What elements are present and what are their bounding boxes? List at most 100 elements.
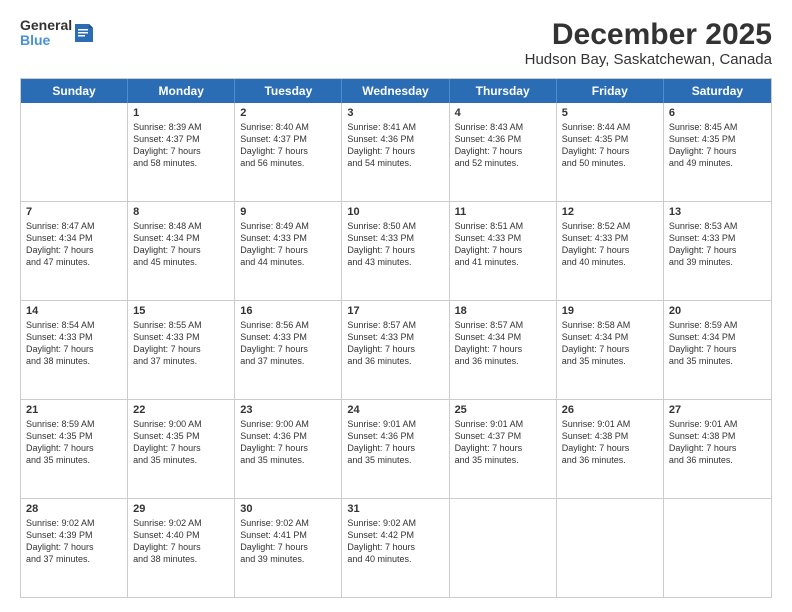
calendar-cell: 11 Sunrise: 8:51 AM Sunset: 4:33 PM Dayli… [450,202,557,300]
day-number: 28 [26,503,122,515]
calendar-cell: 6Sunrise: 8:45 AM Sunset: 4:35 PM Daylig… [664,103,771,201]
cell-info: Sunrise: 8:56 AM Sunset: 4:33 PM Dayligh… [240,319,336,368]
calendar: SundayMondayTuesdayWednesdayThursdayFrid… [20,78,772,598]
cell-info: Sunrise: 8:44 AM Sunset: 4:35 PM Dayligh… [562,121,658,170]
calendar-body: 1Sunrise: 8:39 AM Sunset: 4:37 PM Daylig… [21,103,771,597]
cell-info: Sunrise: 8:55 AM Sunset: 4:33 PM Dayligh… [133,319,229,368]
cell-info: Sunrise: 9:02 AM Sunset: 4:41 PM Dayligh… [240,517,336,566]
calendar-cell: 26 Sunrise: 9:01 AM Sunset: 4:38 PM Dayli… [557,400,664,498]
header-day-friday: Friday [557,79,664,103]
logo: General Blue [20,18,93,49]
calendar-cell: 7 Sunrise: 8:47 AM Sunset: 4:34 PM Daylig… [21,202,128,300]
cell-info: Sunrise: 9:01 AM Sunset: 4:37 PM Dayligh… [455,418,551,467]
cell-info: Sunrise: 8:47 AM Sunset: 4:34 PM Dayligh… [26,220,122,269]
logo-line2: Blue [20,33,72,48]
calendar-cell: 22Sunrise: 9:00 AM Sunset: 4:35 PM Dayli… [128,400,235,498]
cell-info: Sunrise: 9:01 AM Sunset: 4:38 PM Dayligh… [669,418,766,467]
calendar-cell: 17Sunrise: 8:57 AM Sunset: 4:33 PM Dayli… [342,301,449,399]
calendar-cell: 28 Sunrise: 9:02 AM Sunset: 4:39 PM Dayli… [21,499,128,597]
header: General Blue December 2025 Hudson Bay, S… [20,18,772,68]
day-number: 2 [240,107,336,119]
calendar-cell [557,499,664,597]
header-day-thursday: Thursday [450,79,557,103]
cell-info: Sunrise: 8:53 AM Sunset: 4:33 PM Dayligh… [669,220,766,269]
calendar-cell: 10 Sunrise: 8:50 AM Sunset: 4:33 PM Dayli… [342,202,449,300]
day-number: 20 [669,305,766,317]
day-number: 22 [133,404,229,416]
day-number: 24 [347,404,443,416]
cell-info: Sunrise: 8:52 AM Sunset: 4:33 PM Dayligh… [562,220,658,269]
cell-info: Sunrise: 8:51 AM Sunset: 4:33 PM Dayligh… [455,220,551,269]
cell-info: Sunrise: 8:54 AM Sunset: 4:33 PM Dayligh… [26,319,122,368]
day-number: 29 [133,503,229,515]
cell-info: Sunrise: 9:01 AM Sunset: 4:38 PM Dayligh… [562,418,658,467]
calendar-cell [21,103,128,201]
calendar-cell: 29 Sunrise: 9:02 AM Sunset: 4:40 PM Dayli… [128,499,235,597]
calendar-cell: 24Sunrise: 9:01 AM Sunset: 4:36 PM Dayli… [342,400,449,498]
day-number: 4 [455,107,551,119]
calendar-cell: 16 Sunrise: 8:56 AM Sunset: 4:33 PM Dayli… [235,301,342,399]
calendar-header: SundayMondayTuesdayWednesdayThursdayFrid… [21,79,771,103]
calendar-cell: 25 Sunrise: 9:01 AM Sunset: 4:37 PM Dayli… [450,400,557,498]
header-day-sunday: Sunday [21,79,128,103]
cell-info: Sunrise: 8:57 AM Sunset: 4:33 PM Dayligh… [347,319,443,368]
calendar-row-2: 14 Sunrise: 8:54 AM Sunset: 4:33 PM Dayli… [21,301,771,400]
cell-info: Sunrise: 8:45 AM Sunset: 4:35 PM Dayligh… [669,121,766,170]
cell-info: Sunrise: 8:57 AM Sunset: 4:34 PM Dayligh… [455,319,551,368]
calendar-cell [450,499,557,597]
calendar-cell: 3 Sunrise: 8:41 AM Sunset: 4:36 PM Daylig… [342,103,449,201]
cell-info: Sunrise: 8:40 AM Sunset: 4:37 PM Dayligh… [240,121,336,170]
day-number: 14 [26,305,122,317]
day-number: 7 [26,206,122,218]
day-number: 18 [455,305,551,317]
calendar-cell: 30 Sunrise: 9:02 AM Sunset: 4:41 PM Dayli… [235,499,342,597]
header-day-tuesday: Tuesday [235,79,342,103]
day-number: 12 [562,206,658,218]
day-number: 13 [669,206,766,218]
cell-info: Sunrise: 9:02 AM Sunset: 4:42 PM Dayligh… [347,517,443,566]
cell-info: Sunrise: 8:50 AM Sunset: 4:33 PM Dayligh… [347,220,443,269]
calendar-cell: 20 Sunrise: 8:59 AM Sunset: 4:34 PM Dayli… [664,301,771,399]
day-number: 10 [347,206,443,218]
cell-info: Sunrise: 9:02 AM Sunset: 4:39 PM Dayligh… [26,517,122,566]
day-number: 26 [562,404,658,416]
calendar-cell: 1Sunrise: 8:39 AM Sunset: 4:37 PM Daylig… [128,103,235,201]
cell-info: Sunrise: 8:48 AM Sunset: 4:34 PM Dayligh… [133,220,229,269]
day-number: 3 [347,107,443,119]
calendar-cell: 18 Sunrise: 8:57 AM Sunset: 4:34 PM Dayli… [450,301,557,399]
day-number: 27 [669,404,766,416]
cell-info: Sunrise: 8:41 AM Sunset: 4:36 PM Dayligh… [347,121,443,170]
day-number: 8 [133,206,229,218]
header-day-monday: Monday [128,79,235,103]
day-number: 21 [26,404,122,416]
day-number: 16 [240,305,336,317]
cell-info: Sunrise: 8:59 AM Sunset: 4:35 PM Dayligh… [26,418,122,467]
calendar-cell: 4 Sunrise: 8:43 AM Sunset: 4:36 PM Daylig… [450,103,557,201]
calendar-row-4: 28 Sunrise: 9:02 AM Sunset: 4:39 PM Dayli… [21,499,771,597]
day-number: 30 [240,503,336,515]
day-number: 25 [455,404,551,416]
calendar-cell: 15 Sunrise: 8:55 AM Sunset: 4:33 PM Dayli… [128,301,235,399]
cell-info: Sunrise: 9:02 AM Sunset: 4:40 PM Dayligh… [133,517,229,566]
day-number: 9 [240,206,336,218]
calendar-row-3: 21 Sunrise: 8:59 AM Sunset: 4:35 PM Dayli… [21,400,771,499]
calendar-cell: 27 Sunrise: 9:01 AM Sunset: 4:38 PM Dayli… [664,400,771,498]
title-block: December 2025 Hudson Bay, Saskatchewan, … [525,18,772,68]
cell-info: Sunrise: 8:43 AM Sunset: 4:36 PM Dayligh… [455,121,551,170]
logo-line1: General [20,18,72,33]
page: General Blue December 2025 Hudson Bay, S… [0,0,792,612]
page-title: December 2025 [525,18,772,51]
cell-info: Sunrise: 8:59 AM Sunset: 4:34 PM Dayligh… [669,319,766,368]
page-subtitle: Hudson Bay, Saskatchewan, Canada [525,51,772,68]
logo-text: General Blue [20,18,72,49]
calendar-cell: 12 Sunrise: 8:52 AM Sunset: 4:33 PM Dayli… [557,202,664,300]
day-number: 11 [455,206,551,218]
day-number: 15 [133,305,229,317]
cell-info: Sunrise: 8:39 AM Sunset: 4:37 PM Dayligh… [133,121,229,170]
calendar-cell: 2 Sunrise: 8:40 AM Sunset: 4:37 PM Daylig… [235,103,342,201]
header-day-wednesday: Wednesday [342,79,449,103]
calendar-cell: 13 Sunrise: 8:53 AM Sunset: 4:33 PM Dayli… [664,202,771,300]
header-day-saturday: Saturday [664,79,771,103]
day-number: 31 [347,503,443,515]
calendar-cell: 23Sunrise: 9:00 AM Sunset: 4:36 PM Dayli… [235,400,342,498]
